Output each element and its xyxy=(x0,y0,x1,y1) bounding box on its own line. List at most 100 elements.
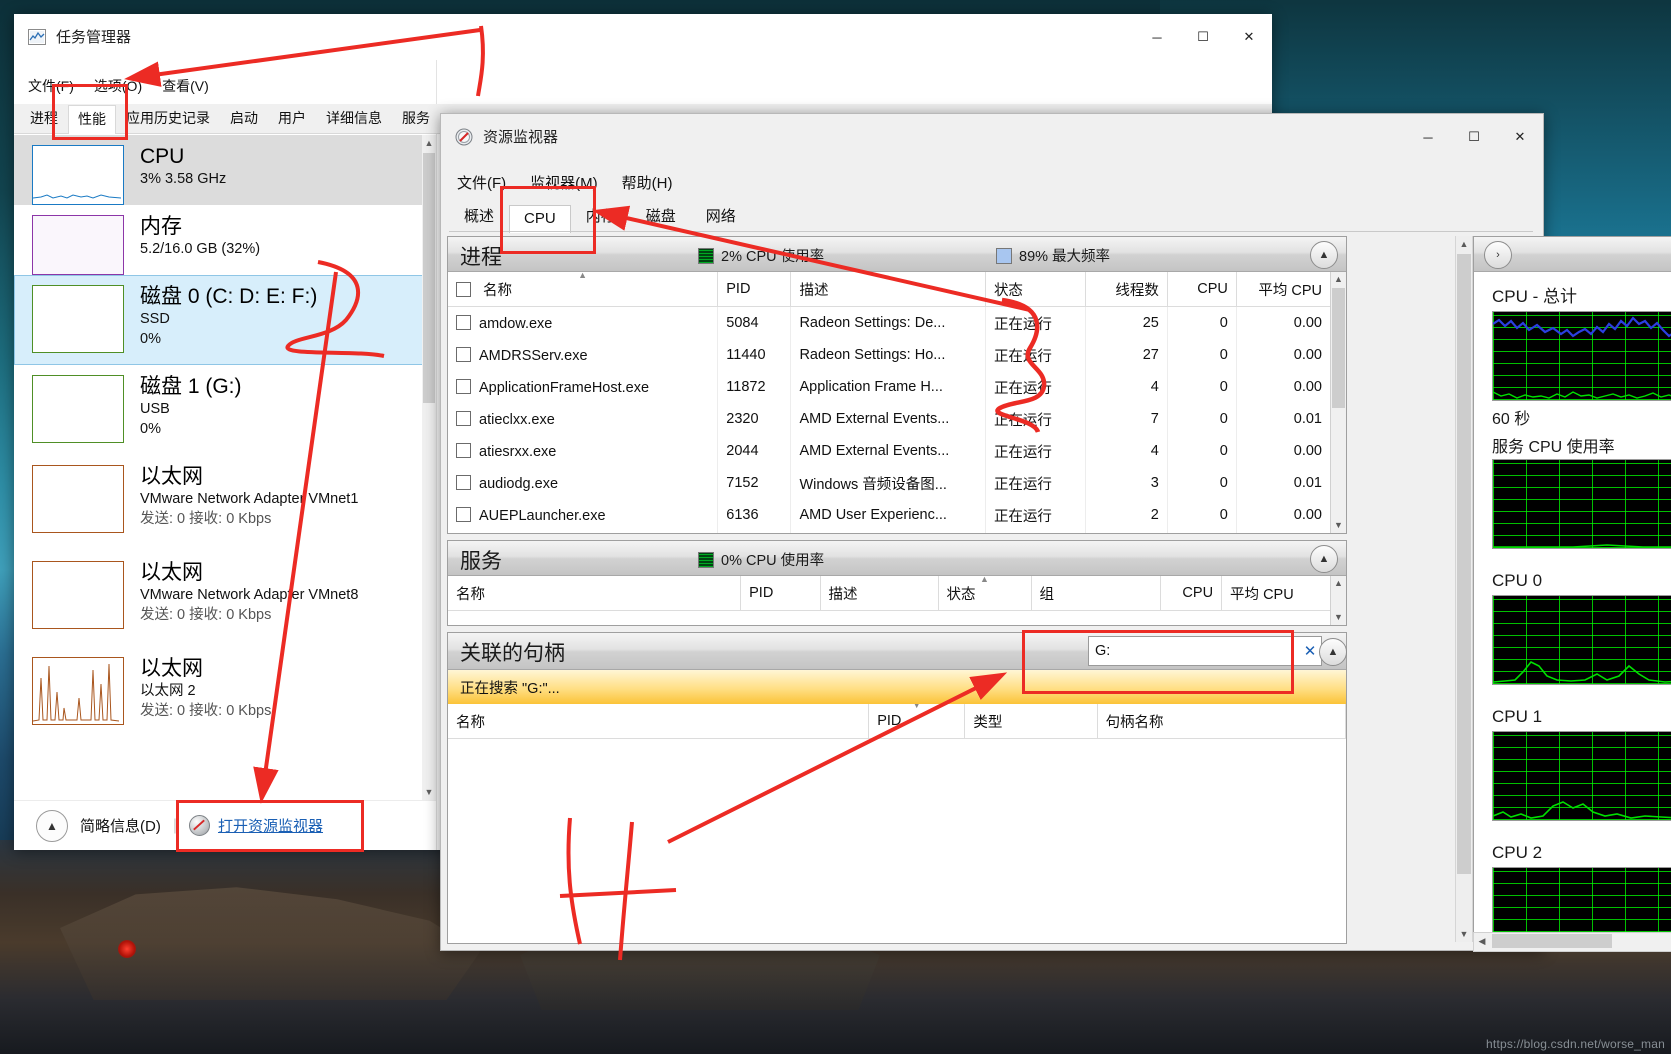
menu-view[interactable]: 查看(V) xyxy=(162,76,209,96)
tab-startup[interactable]: 启动 xyxy=(220,104,268,133)
handles-col-pid[interactable]: PID ▼ xyxy=(868,704,966,739)
fewer-details-chevron-icon[interactable]: ▲ xyxy=(36,809,68,842)
task-manager-minimize-button[interactable]: ─ xyxy=(1134,14,1180,60)
tab-app-history[interactable]: 应用历史记录 xyxy=(116,104,220,133)
handles-panel-header[interactable]: 关联的句柄 ✕ ↻ ▲ xyxy=(448,633,1347,670)
content-splitter-scrollbar[interactable]: ▲ ▼ xyxy=(1455,236,1473,942)
process-name-cell[interactable]: AMDRSServ.exe xyxy=(448,339,719,371)
services-scroll-down-icon[interactable]: ▼ xyxy=(1331,610,1346,625)
scroll-up-icon[interactable]: ▲ xyxy=(422,135,436,151)
services-col-desc[interactable]: 描述 xyxy=(820,576,939,611)
table-row[interactable]: AMDRSServ.exe 11440 Radeon Settings: Ho...… xyxy=(448,339,1331,371)
scrollbar-thumb[interactable] xyxy=(423,153,435,403)
table-row[interactable]: amdow.exe 5084 Radeon Settings: De... 正在运行 2… xyxy=(448,306,1331,339)
services-col-pid[interactable]: PID xyxy=(740,576,821,611)
tab-services[interactable]: 服务 xyxy=(392,104,440,133)
perf-item-ethernet-vmnet1[interactable]: 以太网 VMware Network Adapter VMnet1 发送: 0 … xyxy=(14,455,436,551)
perf-item-ethernet-2[interactable]: 以太网 以太网 2 发送: 0 接收: 0 Kbps xyxy=(14,647,436,743)
fewer-details-label[interactable]: 简略信息(D) xyxy=(80,815,161,836)
handles-search-input[interactable] xyxy=(1089,643,1299,659)
processes-scrollbar-thumb[interactable] xyxy=(1332,288,1345,408)
resmon-tab-memory[interactable]: 内存 xyxy=(571,200,631,232)
resmon-tab-cpu[interactable]: CPU xyxy=(509,205,571,233)
task-manager-maximize-button[interactable]: ☐ xyxy=(1180,14,1226,60)
resmon-tab-network[interactable]: 网络 xyxy=(691,200,751,232)
resmon-menu-monitor[interactable]: 监视器(M) xyxy=(530,172,598,193)
processes-col-status[interactable]: 状态 xyxy=(985,272,1087,307)
graph-horizontal-scrollbar[interactable]: ◀ ▶ xyxy=(1473,932,1671,952)
clear-search-icon[interactable]: ✕ xyxy=(1299,642,1321,660)
processes-table-scrollbar[interactable]: ▲ ▼ xyxy=(1330,272,1346,533)
processes-col-name[interactable]: 名称 ▲ xyxy=(448,272,719,307)
process-name-cell[interactable]: atiesrxx.exe xyxy=(448,435,719,467)
menu-file[interactable]: 文件(F) xyxy=(28,76,74,96)
scroll-down-icon[interactable]: ▼ xyxy=(422,784,436,800)
content-scroll-up-icon[interactable]: ▲ xyxy=(1456,236,1472,252)
process-name-cell[interactable]: AUEPMaster.exe xyxy=(448,531,719,533)
row-checkbox[interactable] xyxy=(456,506,471,522)
perf-item-disk1[interactable]: 磁盘 1 (G:) USB 0% xyxy=(14,365,436,455)
menu-options[interactable]: 选项(O) xyxy=(94,76,142,96)
perf-item-memory[interactable]: 内存 5.2/16.0 GB (32%) xyxy=(14,205,436,275)
resmon-minimize-button[interactable]: ─ xyxy=(1405,114,1451,160)
processes-col-desc[interactable]: 描述 xyxy=(790,272,986,307)
select-all-checkbox[interactable] xyxy=(456,281,471,297)
handles-search-box[interactable]: ✕ xyxy=(1088,636,1322,666)
resmon-close-button[interactable]: ✕ xyxy=(1497,114,1543,160)
services-col-cpu[interactable]: CPU xyxy=(1160,576,1223,611)
services-collapse-button[interactable]: ▲ xyxy=(1310,545,1338,573)
perf-item-disk0[interactable]: 磁盘 0 (C: D: E: F:) SSD 0% xyxy=(14,275,436,365)
row-checkbox[interactable] xyxy=(456,346,471,362)
tab-processes[interactable]: 进程 xyxy=(20,104,68,133)
processes-collapse-button[interactable]: ▲ xyxy=(1310,241,1338,269)
performance-resource-list[interactable]: CPU 3% 3.58 GHz 内存 5.2/16.0 GB (32%) 磁盘 … xyxy=(14,135,436,800)
processes-col-threads[interactable]: 线程数 xyxy=(1085,272,1168,307)
performance-list-scrollbar[interactable]: ▲ ▼ xyxy=(422,135,436,800)
process-name-cell[interactable]: AUEPLauncher.exe xyxy=(448,499,719,531)
open-resource-monitor-link[interactable]: 打开资源监视器 xyxy=(188,815,323,836)
services-table-scrollbar[interactable]: ▲ ▼ xyxy=(1330,576,1346,625)
services-col-group[interactable]: 组 xyxy=(1031,576,1161,611)
table-row[interactable]: ApplicationFrameHost.exe 11872 Application… xyxy=(448,371,1331,403)
tab-details[interactable]: 详细信息 xyxy=(316,104,392,133)
perf-item-ethernet-vmnet8[interactable]: 以太网 VMware Network Adapter VMnet8 发送: 0 … xyxy=(14,551,436,647)
services-col-avgcpu[interactable]: 平均 CPU xyxy=(1221,576,1331,611)
processes-col-pid[interactable]: PID xyxy=(717,272,792,307)
table-row[interactable]: AUEPMaster.exe1512AMD User Experienc...正… xyxy=(448,531,1331,533)
process-name-cell[interactable]: atieclxx.exe xyxy=(448,403,719,435)
table-row[interactable]: audiodg.exe 7152 Windows 音频设备图... 正在运行 3 0 0.0… xyxy=(448,467,1331,499)
processes-col-avgcpu[interactable]: 平均 CPU xyxy=(1236,272,1331,307)
resmon-menu-file[interactable]: 文件(F) xyxy=(457,172,506,193)
table-row[interactable]: atieclxx.exe 2320 AMD External Events... 正在… xyxy=(448,403,1331,435)
row-checkbox[interactable] xyxy=(456,410,471,426)
resmon-tab-overview[interactable]: 概述 xyxy=(449,200,509,232)
process-name-cell[interactable]: audiodg.exe xyxy=(448,467,719,499)
resmon-maximize-button[interactable]: ☐ xyxy=(1451,114,1497,160)
processes-panel-header[interactable]: 进程 2% CPU 使用率 89% 最大频率 ▲ xyxy=(448,237,1346,272)
handles-col-handlename[interactable]: 句柄名称 xyxy=(1097,704,1346,739)
processes-scroll-down-icon[interactable]: ▼ xyxy=(1331,518,1346,533)
handles-collapse-button[interactable]: ▲ xyxy=(1319,638,1347,666)
handles-col-name[interactable]: 名称 xyxy=(448,704,870,739)
content-scrollbar-thumb[interactable] xyxy=(1457,254,1471,874)
row-checkbox[interactable] xyxy=(456,378,471,394)
tab-users[interactable]: 用户 xyxy=(268,104,316,133)
table-row[interactable]: atiesrxx.exe 2044 AMD External Events... 正在… xyxy=(448,435,1331,467)
services-col-name[interactable]: 名称 xyxy=(448,576,742,611)
graph-pane-expand-button[interactable]: › xyxy=(1484,241,1512,269)
processes-scroll-up-icon[interactable]: ▲ xyxy=(1331,272,1346,287)
row-checkbox[interactable] xyxy=(456,314,471,330)
services-scroll-up-icon[interactable]: ▲ xyxy=(1331,576,1346,591)
processes-col-cpu[interactable]: CPU xyxy=(1167,272,1237,307)
handles-col-type[interactable]: 类型 xyxy=(964,704,1098,739)
row-checkbox[interactable] xyxy=(456,474,471,490)
resmon-tab-disk[interactable]: 磁盘 xyxy=(631,200,691,232)
process-name-cell[interactable]: amdow.exe xyxy=(448,306,719,339)
tab-performance[interactable]: 性能 xyxy=(68,105,116,134)
graph-scroll-left-icon[interactable]: ◀ xyxy=(1474,933,1490,949)
process-name-cell[interactable]: ApplicationFrameHost.exe xyxy=(448,371,719,403)
table-row[interactable]: AUEPLauncher.exe 6136 AMD User Experienc..… xyxy=(448,499,1331,531)
services-panel-header[interactable]: 服务 0% CPU 使用率 ▲ xyxy=(448,541,1346,576)
graph-hscrollbar-thumb[interactable] xyxy=(1492,934,1612,948)
row-checkbox[interactable] xyxy=(456,442,471,458)
